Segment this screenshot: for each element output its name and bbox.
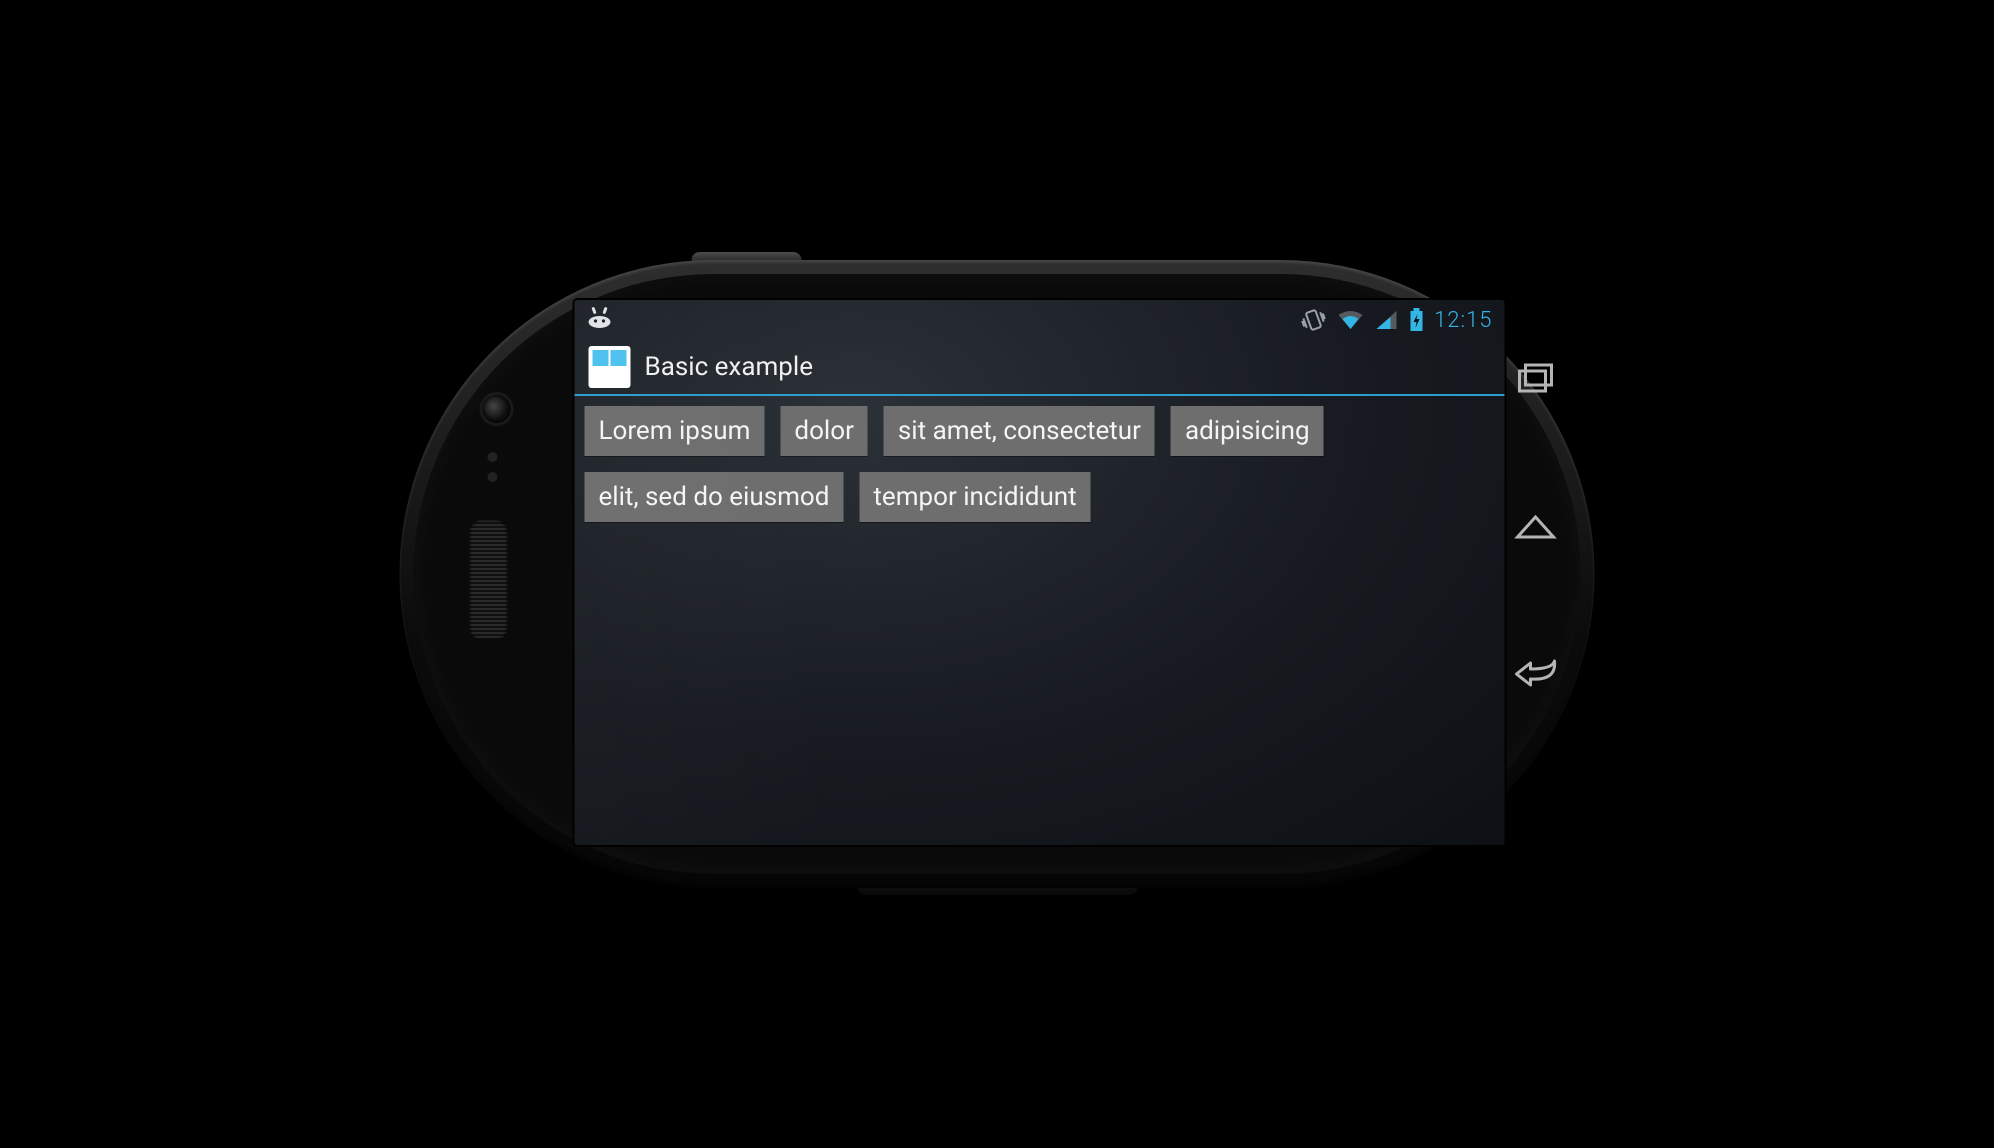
chip-item[interactable]: sit amet, consectetur (884, 406, 1155, 456)
chip-item[interactable]: adipisicing (1171, 406, 1324, 456)
chip-item[interactable]: elit, sed do eiusmod (585, 472, 844, 522)
status-bar[interactable]: 12:15 (575, 300, 1505, 340)
flow-container: Lorem ipsum dolor sit amet, consectetur … (575, 396, 1505, 532)
device-frame: 12:15 Basic example Lorem ipsum dolor si… (400, 260, 1595, 888)
chip-item[interactable]: dolor (780, 406, 867, 456)
earpiece-speaker (470, 520, 508, 640)
action-bar: Basic example (575, 340, 1505, 396)
android-notification-icon (587, 306, 613, 334)
chip-item[interactable]: tempor incididunt (859, 472, 1090, 522)
system-nav-bar (1507, 326, 1565, 826)
status-clock: 12:15 (1434, 308, 1492, 333)
recent-apps-button[interactable] (1512, 354, 1560, 402)
proximity-sensor (488, 452, 498, 462)
vibrate-icon (1297, 305, 1329, 335)
back-button[interactable] (1512, 650, 1560, 698)
app-icon (589, 346, 631, 388)
front-camera (483, 395, 511, 423)
battery-charging-icon (1408, 308, 1424, 332)
chip-item[interactable]: Lorem ipsum (585, 406, 765, 456)
light-sensor (488, 472, 498, 482)
home-button[interactable] (1512, 502, 1560, 550)
cell-signal-icon (1374, 309, 1398, 331)
app-title: Basic example (645, 352, 813, 382)
screen: 12:15 Basic example Lorem ipsum dolor si… (575, 300, 1505, 845)
wifi-icon (1336, 309, 1364, 331)
